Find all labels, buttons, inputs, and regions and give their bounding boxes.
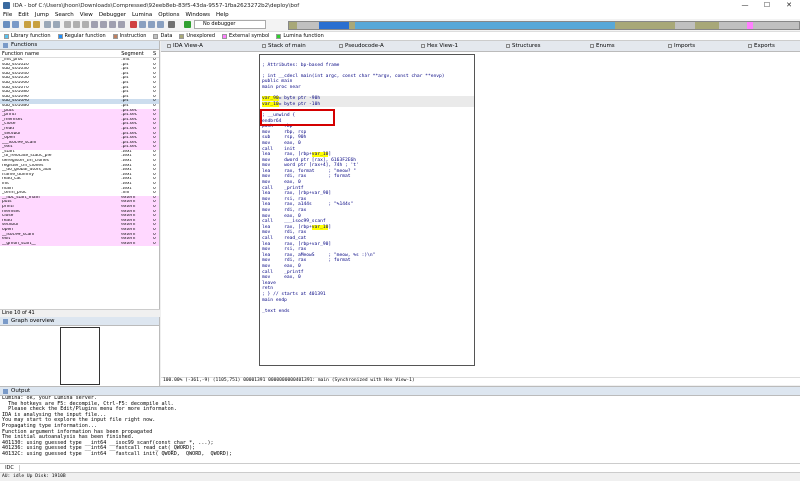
function-name: __gmon_start__ <box>2 241 36 246</box>
code-line[interactable]: _text ends <box>262 309 474 315</box>
graph-overview-title: Graph overview <box>11 318 55 324</box>
close-button[interactable]: ✕ <box>778 0 800 11</box>
script-icon[interactable] <box>168 21 175 28</box>
tab-structures[interactable]: Structures <box>506 43 540 49</box>
output-icon <box>3 388 8 394</box>
play-icon[interactable] <box>184 21 191 28</box>
navigation-band[interactable] <box>288 21 800 30</box>
breakpoint-icon[interactable] <box>130 21 137 28</box>
tab-ida-view-a[interactable]: IDA View-A <box>167 43 203 49</box>
ida-view-canvas[interactable] <box>161 52 800 377</box>
menu-search[interactable]: Search <box>52 12 77 18</box>
list-icon[interactable] <box>44 21 51 28</box>
debugger-select[interactable]: No debugger <box>194 20 266 29</box>
forward-icon[interactable] <box>33 21 40 28</box>
graph-overview-header: Graph overview <box>0 317 159 326</box>
legend-unexplored: Unexplored <box>179 33 215 39</box>
window-title: IDA - bof C:\Users\jhoon\Downloads\Compr… <box>13 2 300 9</box>
tab-enums[interactable]: Enums <box>590 43 615 49</box>
code-line[interactable]: ; int __cdecl main(int argc, const char … <box>262 74 474 80</box>
close-tab-icon[interactable] <box>339 43 343 48</box>
close-tab-icon[interactable] <box>421 43 425 48</box>
enum-icon[interactable] <box>109 21 116 28</box>
graph-overview-icon <box>3 318 8 324</box>
flow-icon[interactable] <box>148 21 155 28</box>
names-icon[interactable] <box>53 21 60 28</box>
graph-overview-thumbnail[interactable] <box>60 327 100 385</box>
ida-view-status: 100.00% (-361,-9) (1105,751) 00001391 00… <box>161 377 800 385</box>
close-tab-icon[interactable] <box>748 43 752 48</box>
data-icon[interactable] <box>91 21 98 28</box>
menu-lumina[interactable]: Lumina <box>129 12 155 18</box>
functions-title: Functions <box>11 42 38 48</box>
functions-status: Line 10 of 41 <box>0 309 160 317</box>
legend-instruction: Instruction <box>112 33 146 39</box>
column-function-name[interactable]: Function name <box>2 51 121 57</box>
functions-panel: Functions Function name Segment S _init_… <box>0 41 160 317</box>
legend-bar: Library function Regular function Instru… <box>0 32 800 41</box>
close-tab-icon[interactable] <box>506 43 510 48</box>
menu-bar: File Edit Jump Search View Debugger Lumi… <box>0 11 800 19</box>
maximize-button[interactable]: ☐ <box>756 0 778 11</box>
output-header: Output <box>0 387 800 396</box>
legend-external-symbol: External symbol <box>222 33 269 39</box>
tab-hex-view-1[interactable]: Hex View-1 <box>421 43 458 49</box>
output-line: 40132C: using guessed type __int64 __fas… <box>2 450 233 456</box>
tab-pseudocode-a[interactable]: Pseudocode-A <box>339 43 384 49</box>
struct-icon[interactable] <box>100 21 107 28</box>
functions-column-header: Function name Segment S <box>0 50 159 58</box>
view-tabs: IDA View-A Stack of main Pseudocode-A He… <box>161 41 800 52</box>
graph-icon[interactable] <box>139 21 146 28</box>
string-icon[interactable] <box>64 21 71 28</box>
menu-help[interactable]: Help <box>213 12 232 18</box>
close-tab-icon[interactable] <box>668 43 672 48</box>
command-line-bar[interactable]: IDC <box>0 463 800 472</box>
tab-imports[interactable]: Imports <box>668 43 695 49</box>
back-icon[interactable] <box>24 21 31 28</box>
menu-debugger[interactable]: Debugger <box>96 12 129 18</box>
menu-file[interactable]: File <box>0 12 15 18</box>
close-tab-icon[interactable] <box>262 43 266 48</box>
close-tab-icon[interactable] <box>590 43 594 48</box>
minimize-button[interactable]: — <box>734 0 756 11</box>
legend-lumina-function: Lumina function <box>276 33 324 39</box>
legend-data: Data <box>153 33 172 39</box>
tab-stack-of-main[interactable]: Stack of main <box>262 43 306 49</box>
tab-exports[interactable]: Exports <box>748 43 775 49</box>
menu-jump[interactable]: Jump <box>32 12 52 18</box>
local-vars-highlight-box <box>260 109 335 126</box>
close-tab-icon[interactable] <box>167 43 171 48</box>
xref-icon[interactable] <box>157 21 164 28</box>
idc-button[interactable]: IDC <box>0 465 20 471</box>
menu-edit[interactable]: Edit <box>15 12 32 18</box>
output-log[interactable]: Lumina: ok, your Lumina server. The hotk… <box>2 396 798 456</box>
title-bar: IDA - bof C:\Users\jhoon\Downloads\Compr… <box>0 0 800 11</box>
function-row[interactable]: __gmon_start__ extern 0 <box>0 241 159 247</box>
function-segment: extern <box>121 241 136 246</box>
menu-options[interactable]: Options <box>155 12 182 18</box>
disassembly-node-main[interactable]: ; Attributes: bp-based frame; int __cdec… <box>259 54 475 366</box>
hex-icon[interactable] <box>73 21 80 28</box>
legend-regular-function: Regular function <box>57 33 106 39</box>
status-bar: AU: idle Up Disk: 1910B <box>0 472 800 480</box>
code-icon[interactable] <box>82 21 89 28</box>
legend-library-function: Library function <box>4 33 51 39</box>
column-s[interactable]: S <box>153 51 159 57</box>
func-icon[interactable] <box>118 21 125 28</box>
column-segment[interactable]: Segment <box>121 51 153 57</box>
save-icon[interactable] <box>12 21 19 28</box>
menu-view[interactable]: View <box>77 12 96 18</box>
open-file-icon[interactable] <box>3 21 10 28</box>
functions-icon <box>3 42 8 48</box>
function-s: 0 <box>153 241 156 246</box>
functions-panel-header: Functions <box>0 41 159 50</box>
menu-windows[interactable]: Windows <box>182 12 213 18</box>
ida-logo-icon <box>3 2 10 9</box>
output-title: Output <box>11 388 31 394</box>
functions-list: _init_proc .init 0 sub_401020 .plt 0 sub_40103… <box>0 58 159 247</box>
